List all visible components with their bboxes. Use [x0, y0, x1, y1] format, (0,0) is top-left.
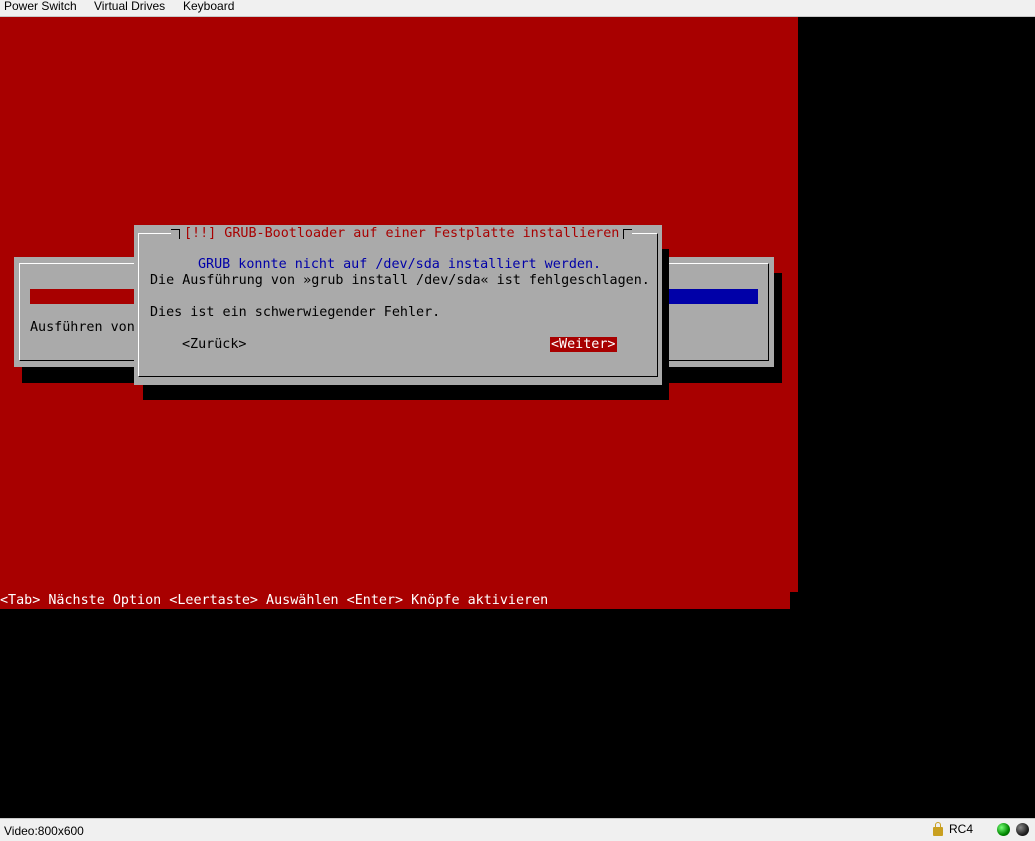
dialog-title-bar: [!!] GRUB-Bootloader auf einer Festplatt… — [171, 225, 633, 242]
video-resolution: Video:800x600 — [4, 824, 84, 838]
error-dialog: [!!] GRUB-Bootloader auf einer Festplatt… — [134, 225, 662, 385]
encryption-cipher: RC4 — [948, 822, 973, 836]
title-left-tick — [171, 228, 180, 239]
connection-led-green — [997, 822, 1010, 836]
error-detail: Die Ausführung von »grub install /dev/sd… — [150, 273, 650, 288]
error-message: GRUB konnte nicht auf /dev/sda installie… — [198, 257, 602, 272]
menu-power-switch[interactable]: Power Switch — [4, 0, 77, 14]
error-severity: Dies ist ein schwerwiegender Fehler. — [150, 305, 441, 320]
lock-icon — [932, 821, 943, 836]
menu-bar: Power Switch Virtual Drives Keyboard — [0, 0, 1035, 17]
status-indicators: RC4 — [932, 821, 1029, 836]
status-bar: Video:800x600 RC4 — [0, 818, 1035, 841]
keyboard-help-bar: <Tab> Nächste Option <Leertaste> Auswähl… — [0, 593, 549, 608]
menu-virtual-drives[interactable]: Virtual Drives — [94, 0, 165, 14]
progress-status-text: Ausführen von — [30, 320, 135, 335]
connection-led-dark — [1016, 822, 1029, 836]
back-button[interactable]: <Zurück> — [182, 337, 247, 352]
remote-console-screen[interactable]: Ausführen von [!!] GRUB-Bootloader auf e… — [0, 17, 798, 609]
menu-keyboard[interactable]: Keyboard — [183, 0, 234, 14]
dialog-title: [!!] GRUB-Bootloader auf einer Festplatt… — [184, 226, 620, 241]
title-right-tick — [623, 228, 633, 239]
continue-button[interactable]: <Weiter> — [550, 337, 617, 352]
